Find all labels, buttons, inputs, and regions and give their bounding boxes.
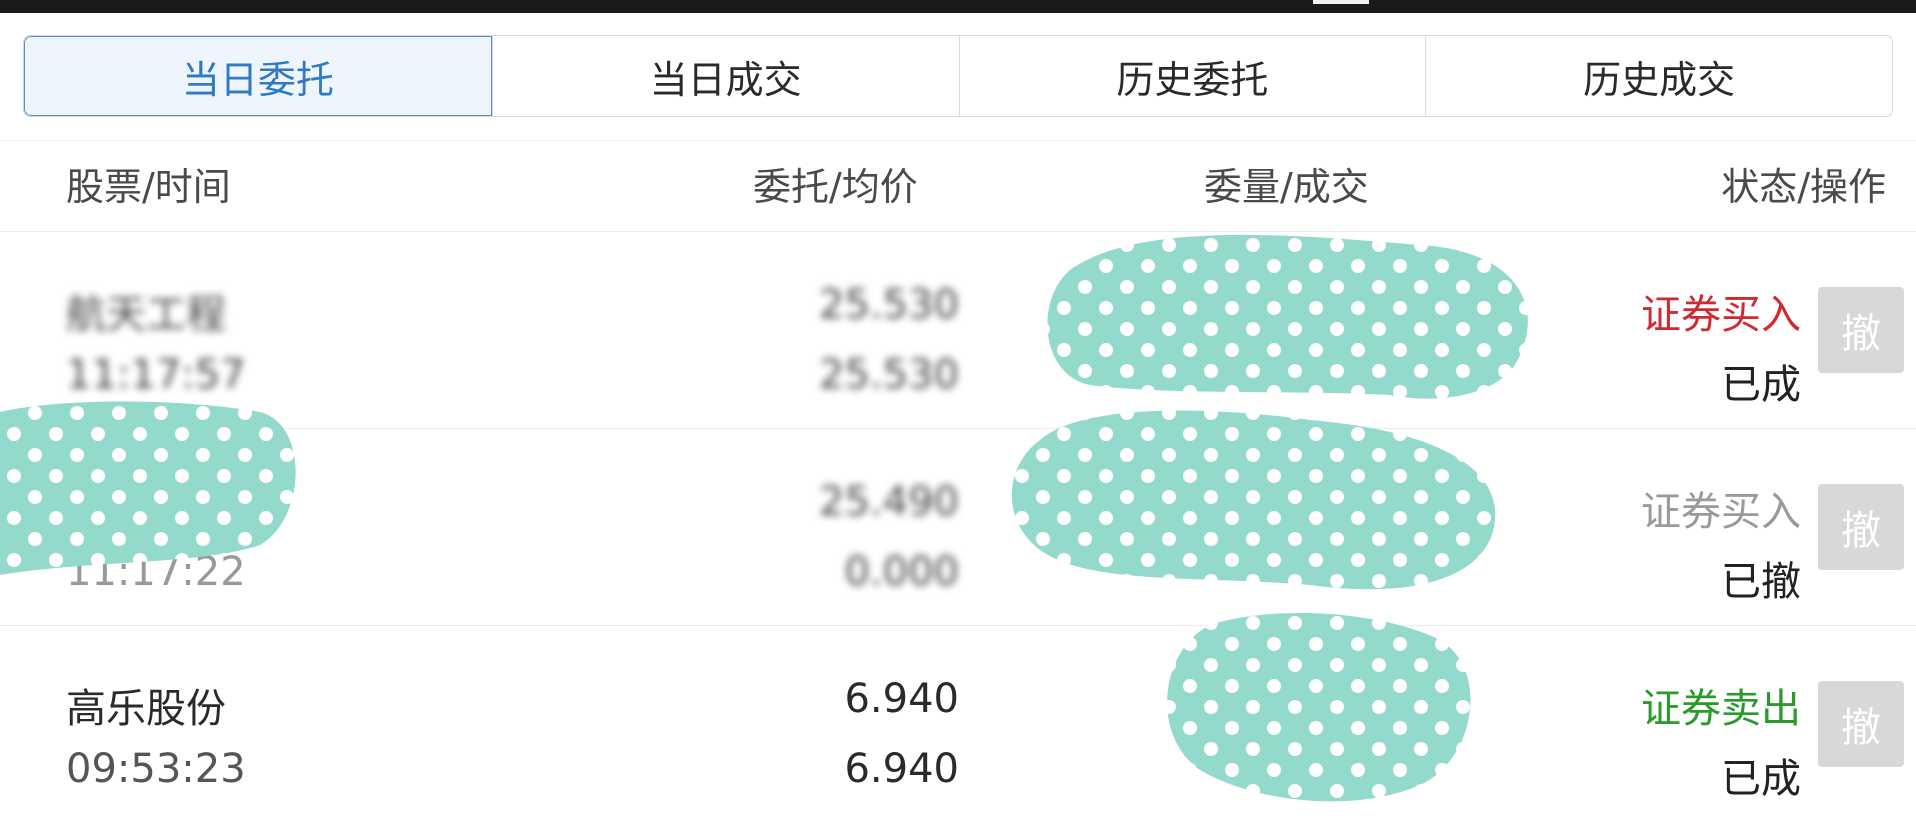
redaction-overlay	[0, 234, 1528, 802]
redaction-blob-qty-bottom	[1167, 613, 1471, 802]
redaction-blob-name	[0, 401, 296, 575]
redaction-blob-qty-mid	[1011, 410, 1496, 590]
redaction-blob-qty-top	[1047, 234, 1528, 399]
